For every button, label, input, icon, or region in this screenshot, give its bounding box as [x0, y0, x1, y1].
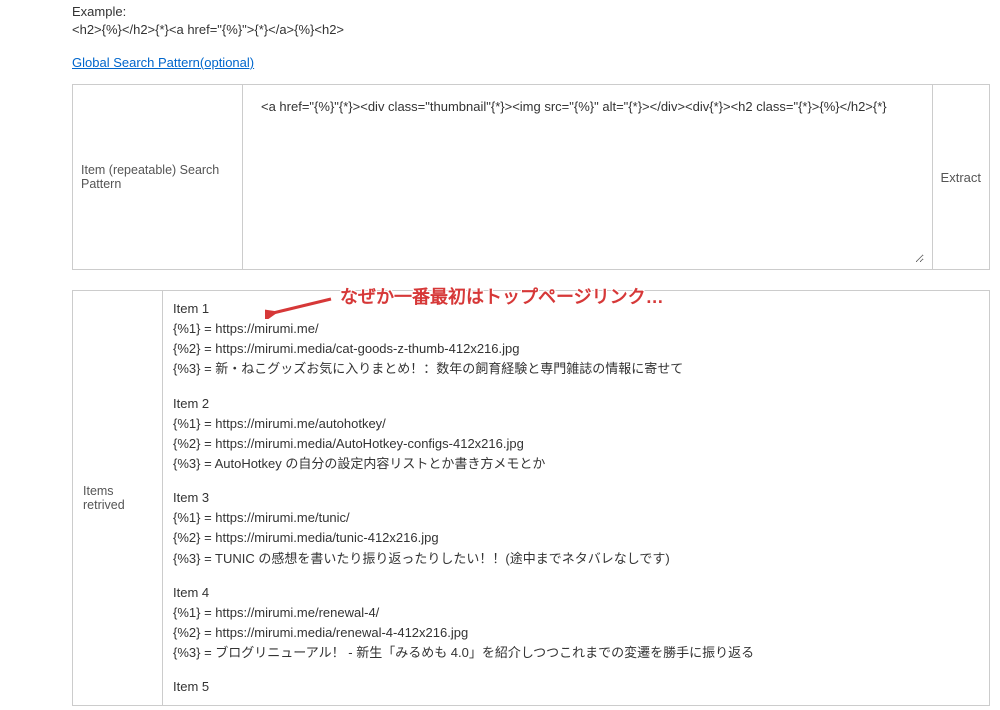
extract-button[interactable]: Extract — [941, 170, 981, 185]
result-item-line: {%3} = ブログリニューアル！ - 新生「みるめも 4.0」を紹介しつつこれ… — [173, 643, 979, 663]
item-pattern-label: Item (repeatable) Search Pattern — [73, 85, 243, 270]
result-item-line: {%1} = https://mirumi.me/ — [173, 319, 979, 339]
results-table: Items retrived Item 1{%1} = https://miru… — [72, 290, 990, 706]
result-item-line: {%3} = TUNIC の感想を書いたり振り返ったりしたい！！(途中までネタバ… — [173, 549, 979, 569]
result-item-line: {%2} = https://mirumi.media/tunic-412x21… — [173, 528, 979, 548]
result-item: Item 1{%1} = https://mirumi.me/{%2} = ht… — [173, 299, 979, 380]
result-item-title: Item 4 — [173, 583, 979, 603]
item-pattern-table: Item (repeatable) Search Pattern Extract — [72, 84, 990, 270]
result-item-line: {%1} = https://mirumi.me/renewal-4/ — [173, 603, 979, 623]
item-pattern-input[interactable] — [251, 91, 924, 263]
result-item: Item 4{%1} = https://mirumi.me/renewal-4… — [173, 583, 979, 664]
example-label: Example: — [72, 4, 990, 19]
result-item-line: {%3} = AutoHotkey の自分の設定内容リストとか書き方メモとか — [173, 454, 979, 474]
result-item-title: Item 3 — [173, 488, 979, 508]
result-item-line: {%2} = https://mirumi.media/AutoHotkey-c… — [173, 434, 979, 454]
result-item-title: Item 1 — [173, 299, 979, 319]
result-item-line: {%1} = https://mirumi.me/autohotkey/ — [173, 414, 979, 434]
result-item: Item 5{%1} = https://mirumi.me/quantum-p… — [173, 677, 979, 697]
result-item: Item 3{%1} = https://mirumi.me/tunic/{%2… — [173, 488, 979, 569]
example-code: <h2>{%}</h2>{*}<a href="{%}">{*}</a>{%}<… — [72, 22, 990, 37]
result-item-line: {%1} = https://mirumi.me/tunic/ — [173, 508, 979, 528]
results-label: Items retrived — [73, 291, 163, 706]
result-item-line: {%2} = https://mirumi.media/renewal-4-41… — [173, 623, 979, 643]
results-body: Item 1{%1} = https://mirumi.me/{%2} = ht… — [163, 291, 990, 706]
result-item-line: {%2} = https://mirumi.media/cat-goods-z-… — [173, 339, 979, 359]
result-item: Item 2{%1} = https://mirumi.me/autohotke… — [173, 394, 979, 475]
result-item-line: {%3} = 新・ねこグッズお気に入りまとめ！：数年の飼育経験と専門雑誌の情報に… — [173, 359, 979, 379]
global-search-pattern-link[interactable]: Global Search Pattern(optional) — [72, 55, 254, 70]
result-item-title: Item 2 — [173, 394, 979, 414]
result-item-title: Item 5 — [173, 677, 979, 697]
